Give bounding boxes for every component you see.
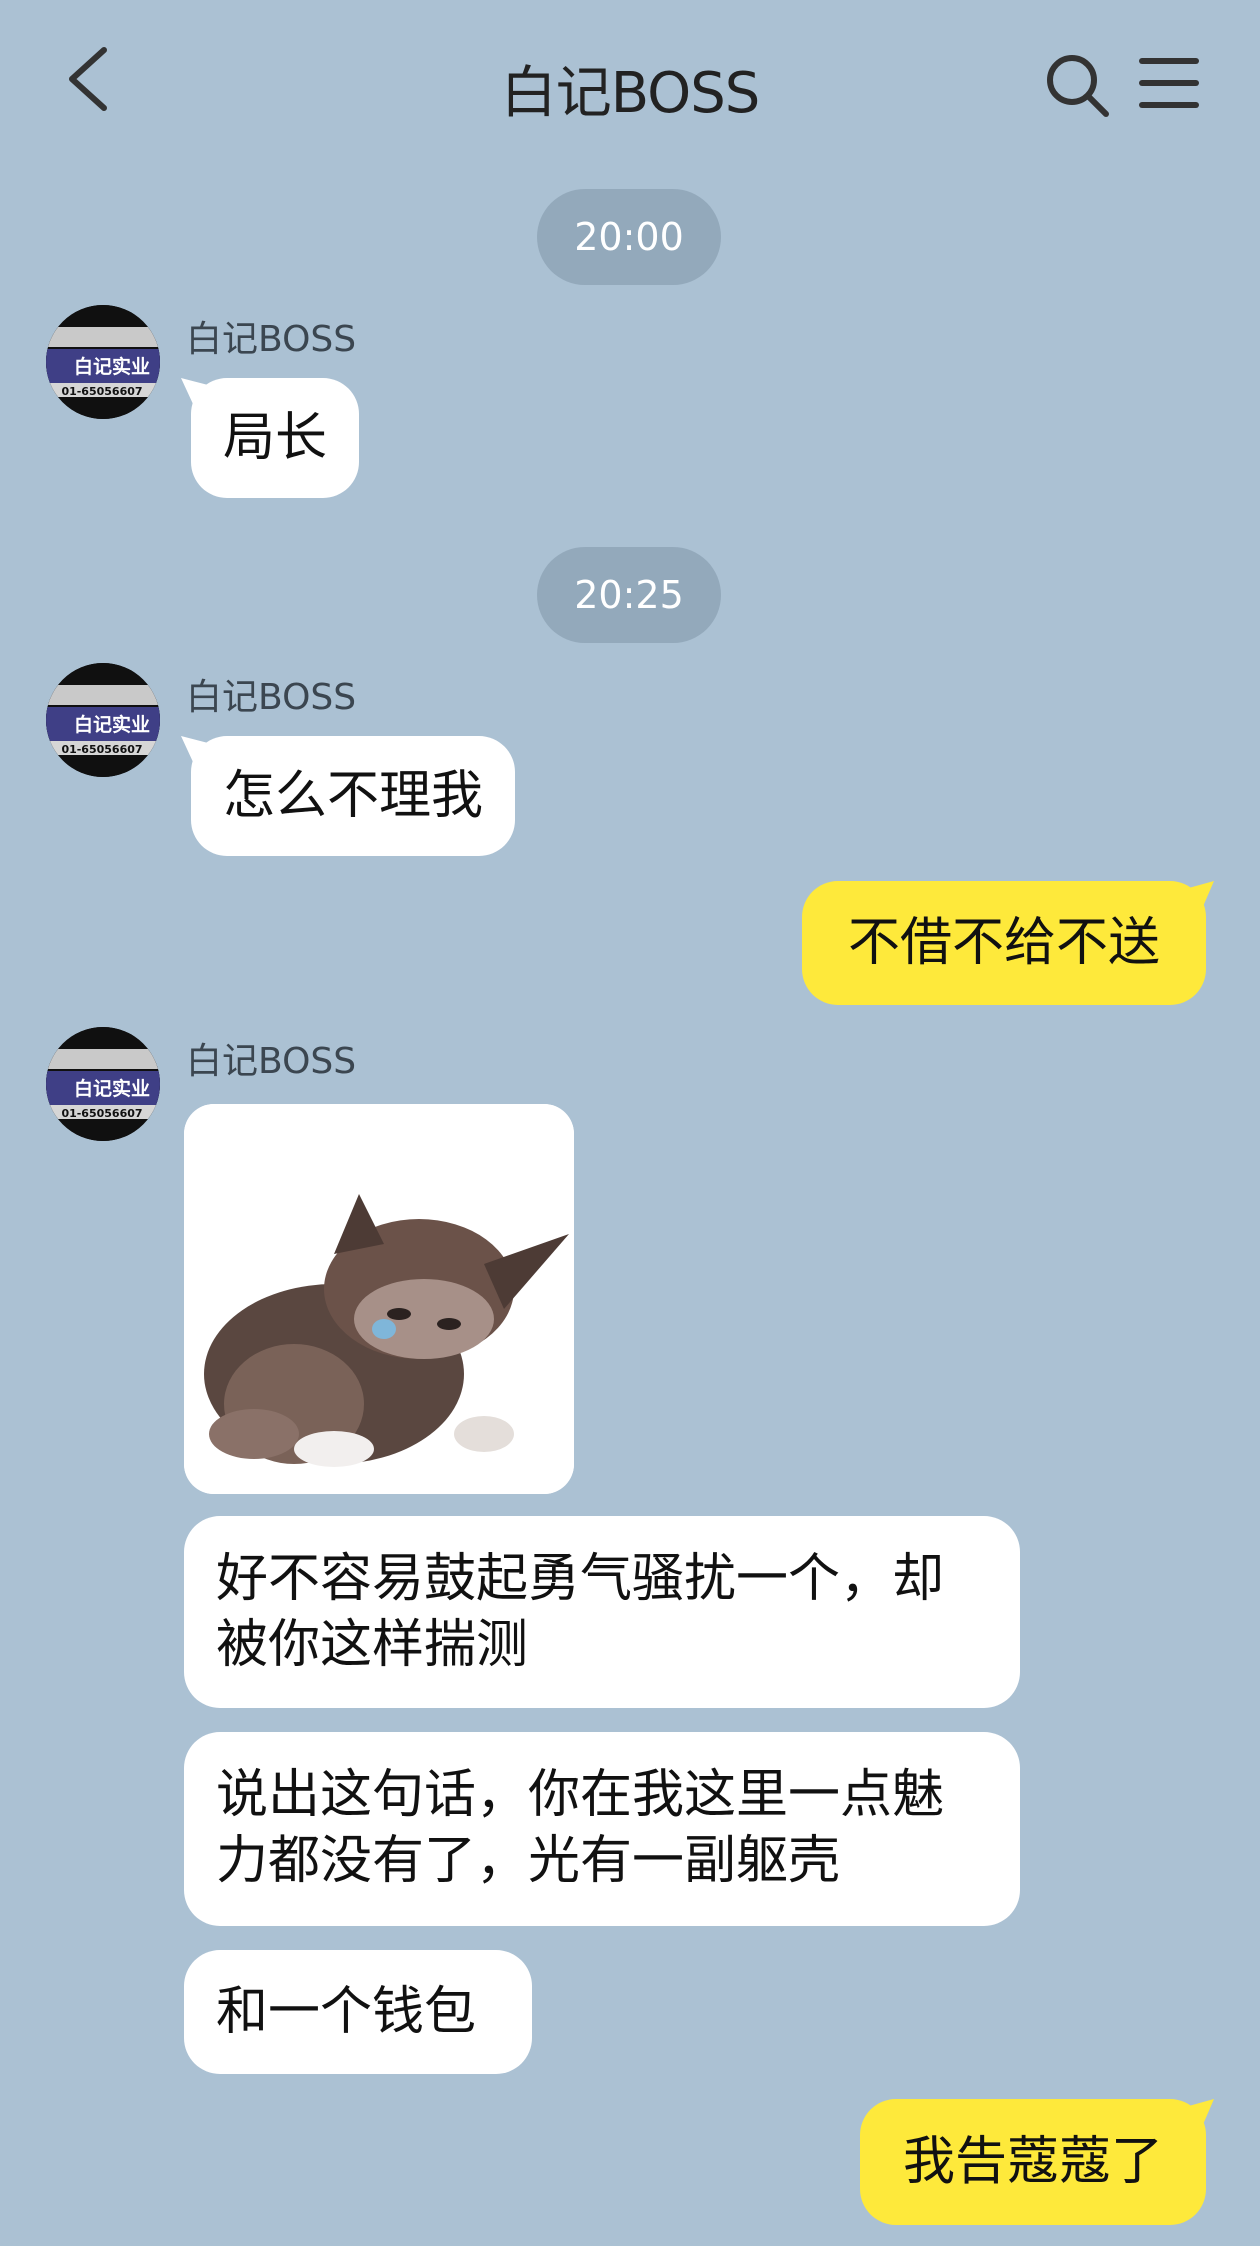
sender-name: 白记BOSS xyxy=(186,1041,357,1082)
svg-text:白记实业: 白记实业 xyxy=(74,713,150,736)
menu-icon[interactable] xyxy=(1138,55,1200,111)
message-bubble[interactable]: 局长 xyxy=(191,378,360,498)
search-icon[interactable] xyxy=(1042,50,1112,120)
chat-header: 白记BOSS xyxy=(0,0,1260,170)
timestamp: 20:25 xyxy=(537,547,721,643)
message-bubble[interactable]: 怎么不理我 xyxy=(191,736,516,856)
avatar[interactable]: 白记实业 01-65056607 xyxy=(46,663,160,777)
avatar[interactable]: 白记实业 01-65056607 xyxy=(46,305,160,419)
svg-text:01-65056607: 01-65056607 xyxy=(61,743,142,756)
sender-name: 白记BOSS xyxy=(186,319,357,360)
sticker-image[interactable] xyxy=(184,1104,574,1494)
my-message-bubble[interactable]: 我告蔻蔻了 xyxy=(860,2099,1206,2225)
timestamp: 20:00 xyxy=(537,189,721,285)
message-bubble[interactable]: 好不容易鼓起勇气骚扰一个，却被你这样揣测 xyxy=(184,1516,1020,1708)
svg-text:01-65056607: 01-65056607 xyxy=(61,385,142,398)
chat-screen: 白记BOSS 20:00 白记实业 01-65056607 白记BOSS 局长 … xyxy=(0,0,1260,2246)
my-message-bubble[interactable]: 不借不给不送 xyxy=(802,881,1206,1005)
message-bubble[interactable]: 说出这句话，你在我这里一点魅力都没有了，光有一副躯壳 xyxy=(184,1732,1020,1926)
kitten-sticker xyxy=(184,1104,574,1494)
svg-text:白记实业: 白记实业 xyxy=(74,355,150,378)
avatar[interactable]: 白记实业 01-65056607 xyxy=(46,1027,160,1141)
svg-text:白记实业: 白记实业 xyxy=(74,1077,150,1100)
message-bubble[interactable]: 和一个钱包 xyxy=(184,1950,532,2074)
sender-name: 白记BOSS xyxy=(186,677,357,718)
svg-text:01-65056607: 01-65056607 xyxy=(61,1107,142,1120)
